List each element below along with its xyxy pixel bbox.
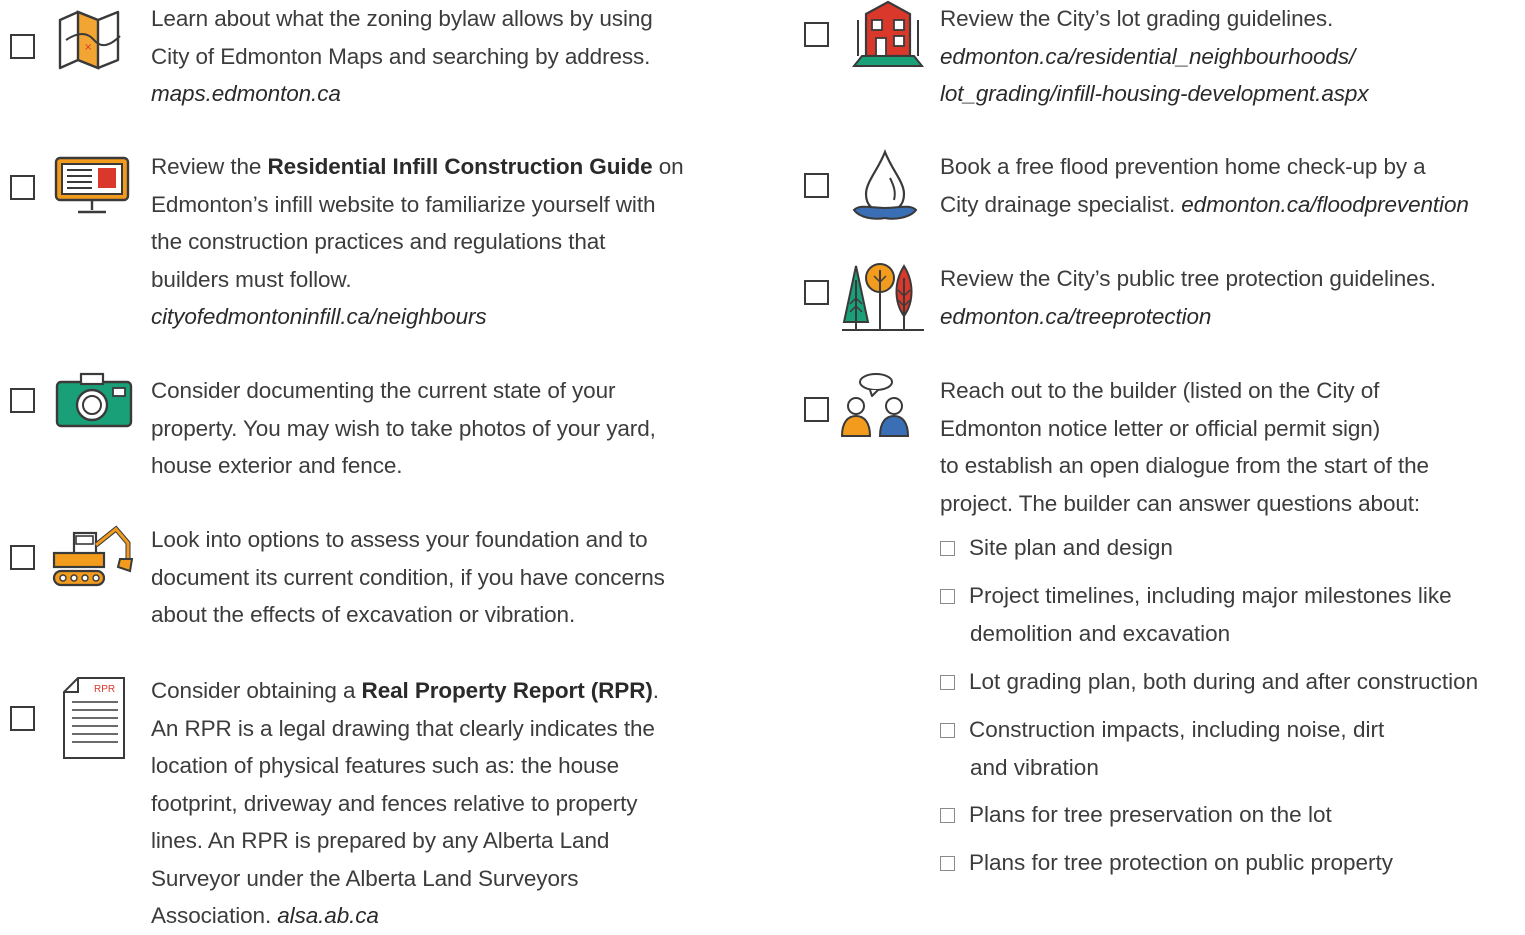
item-text-line: builders must follow. bbox=[151, 266, 352, 292]
sub-checkbox[interactable] bbox=[940, 723, 955, 738]
item-text-line: Book a free flood prevention home check-… bbox=[940, 154, 1426, 179]
text-suffix: on bbox=[652, 154, 684, 179]
item-text-line: City of Edmonton Maps and searching by a… bbox=[151, 43, 651, 69]
checkbox[interactable] bbox=[10, 545, 35, 570]
monitor-icon bbox=[54, 156, 130, 216]
checkbox[interactable] bbox=[804, 22, 829, 47]
text-prefix: City drainage specialist. bbox=[940, 191, 1182, 217]
item-text-line: Consider documenting the current state o… bbox=[151, 378, 616, 403]
checkbox[interactable] bbox=[804, 280, 829, 305]
map-icon: × bbox=[54, 6, 128, 76]
text-suffix: . bbox=[652, 678, 659, 703]
infill-link[interactable]: cityofedmontoninfill.ca/neighbours bbox=[151, 298, 684, 336]
item-text-line: Review the Residential Infill Constructi… bbox=[151, 148, 684, 186]
alsa-link[interactable]: alsa.ab.ca bbox=[277, 903, 379, 928]
sub-item-line: Lot grading plan, both during and after … bbox=[940, 663, 1478, 701]
item-text-line: document its current condition, if you h… bbox=[151, 564, 665, 590]
lot-grading-link[interactable]: edmonton.ca/residential_neighbourhoods/ bbox=[940, 38, 1368, 76]
house-icon bbox=[850, 0, 926, 70]
item-text-line: Consider obtaining a Real Property Repor… bbox=[151, 672, 659, 710]
item-text-line: Edmonton notice letter or official permi… bbox=[940, 415, 1381, 441]
sub-item-text: Site plan and design bbox=[969, 535, 1173, 560]
item-text-line: City drainage specialist. edmonton.ca/fl… bbox=[940, 186, 1469, 224]
item-text-line: the construction practices and regulatio… bbox=[151, 229, 606, 254]
sub-item-site-plan: Site plan and design bbox=[940, 529, 1173, 567]
item-text-line: Edmonton’s infill website to familiarize… bbox=[151, 191, 656, 217]
sub-item-line: Plans for tree protection on public prop… bbox=[940, 844, 1393, 882]
water-drop-icon bbox=[850, 148, 920, 222]
sub-item-line: and vibration bbox=[970, 754, 1099, 780]
sub-item-line: Site plan and design bbox=[940, 529, 1173, 567]
sub-item-text: Construction impacts, including noise, d… bbox=[969, 717, 1385, 742]
camera-icon bbox=[55, 372, 133, 430]
rpr-title: Real Property Report (RPR) bbox=[361, 678, 653, 703]
sub-item-text: Project timelines, including major miles… bbox=[969, 583, 1452, 608]
item-text-line: project. The builder can answer question… bbox=[940, 490, 1421, 516]
item-text-line: Learn about what the zoning bylaw allows… bbox=[151, 6, 653, 31]
sub-checkbox[interactable] bbox=[940, 808, 955, 823]
sub-item-line: demolition and excavation bbox=[970, 620, 1231, 646]
sub-item-line: Construction impacts, including noise, d… bbox=[940, 711, 1384, 749]
svg-text:×: × bbox=[84, 42, 92, 53]
sub-item-text: Plans for tree preservation on the lot bbox=[969, 802, 1332, 827]
checkbox[interactable] bbox=[10, 388, 35, 413]
people-chat-icon bbox=[840, 372, 912, 440]
sub-item-timelines: Project timelines, including major miles… bbox=[940, 577, 1452, 652]
flood-link[interactable]: edmonton.ca/floodprevention bbox=[1181, 192, 1469, 217]
trees-icon bbox=[840, 260, 926, 332]
item-text-line: lines. An RPR is prepared by any Alberta… bbox=[151, 828, 610, 853]
lot-grading-link[interactable]: lot_grading/infill-housing-development.a… bbox=[940, 75, 1369, 113]
item-text-line: property. You may wish to take photos of… bbox=[151, 415, 656, 441]
checkbox[interactable] bbox=[804, 173, 829, 198]
zoning-link[interactable]: maps.edmonton.ca bbox=[151, 75, 653, 113]
sub-item-text: Plans for tree protection on public prop… bbox=[969, 850, 1393, 875]
sub-item-text: Lot grading plan, both during and after … bbox=[969, 669, 1479, 694]
document-icon: RPR bbox=[62, 676, 126, 760]
sub-checkbox[interactable] bbox=[940, 675, 955, 690]
text-prefix: Association. bbox=[151, 903, 278, 928]
item-text-line: about the effects of excavation or vibra… bbox=[151, 602, 576, 627]
item-text-line: An RPR is a legal drawing that clearly i… bbox=[151, 715, 655, 741]
infill-guide-title: Residential Infill Construction Guide bbox=[267, 154, 653, 179]
text-prefix: Consider obtaining a bbox=[151, 678, 362, 703]
checkbox[interactable] bbox=[10, 175, 35, 200]
item-text-line: location of physical features such as: t… bbox=[151, 753, 619, 778]
sub-item-line: Plans for tree preservation on the lot bbox=[940, 796, 1332, 834]
sub-checkbox[interactable] bbox=[940, 856, 955, 871]
item-text-line: to establish an open dialogue from the s… bbox=[940, 453, 1429, 478]
sub-item-tree-protection: Plans for tree protection on public prop… bbox=[940, 844, 1393, 882]
item-text-line: footprint, driveway and fences relative … bbox=[151, 790, 638, 816]
text-prefix: Review the bbox=[151, 154, 268, 179]
item-text-line: Reach out to the builder (listed on the … bbox=[940, 378, 1380, 403]
checkbox[interactable] bbox=[10, 706, 35, 731]
trees-link[interactable]: edmonton.ca/treeprotection bbox=[940, 298, 1436, 336]
item-text-line: Association. alsa.ab.ca bbox=[151, 897, 659, 935]
item-text-line: Look into options to assess your foundat… bbox=[151, 527, 648, 552]
item-text-line: Surveyor under the Alberta Land Surveyor… bbox=[151, 865, 579, 891]
sub-item-construction-impacts: Construction impacts, including noise, d… bbox=[940, 711, 1384, 786]
item-text-line: house exterior and fence. bbox=[151, 453, 403, 478]
sub-checkbox[interactable] bbox=[940, 541, 955, 556]
checkbox[interactable] bbox=[804, 397, 829, 422]
item-text-line: Review the City’s lot grading guidelines… bbox=[940, 6, 1334, 31]
sub-checkbox[interactable] bbox=[940, 589, 955, 604]
excavator-icon bbox=[50, 525, 134, 589]
document-icon-label: RPR bbox=[94, 684, 115, 695]
sub-item-line: Project timelines, including major miles… bbox=[940, 577, 1452, 615]
sub-item-tree-preservation: Plans for tree preservation on the lot bbox=[940, 796, 1332, 834]
sub-item-lot-grading: Lot grading plan, both during and after … bbox=[940, 663, 1478, 701]
checkbox[interactable] bbox=[10, 34, 35, 59]
item-text-line: Review the City’s public tree protection… bbox=[940, 266, 1436, 291]
